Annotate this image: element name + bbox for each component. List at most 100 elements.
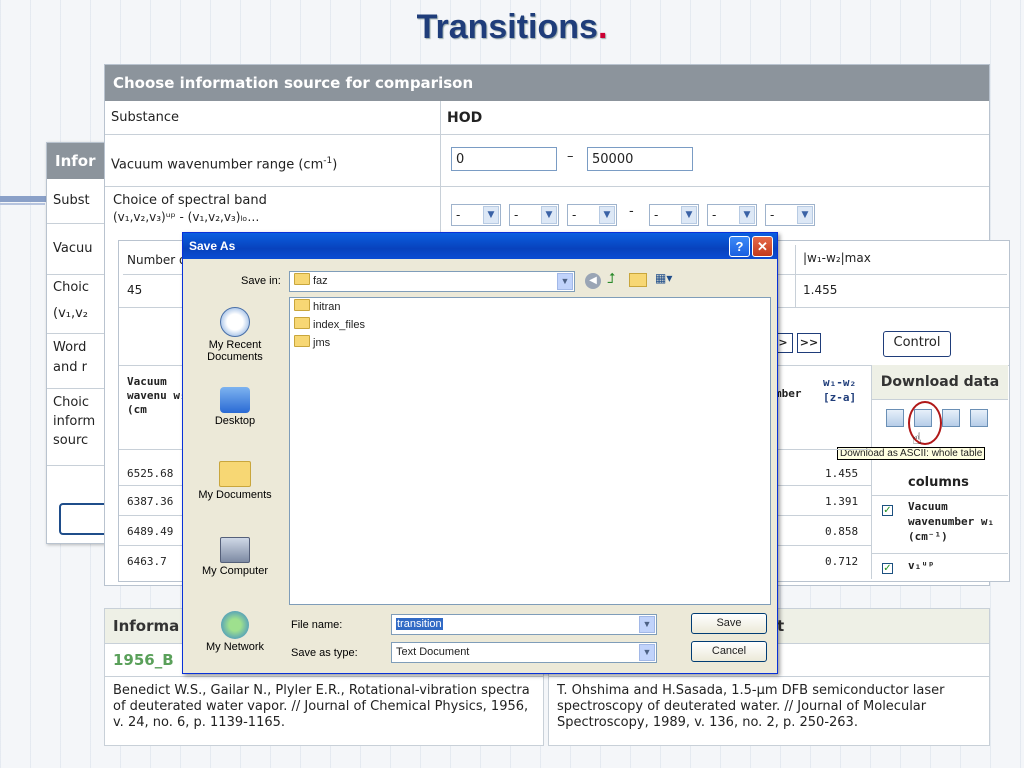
folder-icon xyxy=(294,273,310,285)
table-row-diff: 0.858 xyxy=(825,525,859,538)
slide-title: Transitions. xyxy=(0,8,1024,47)
file-name-input[interactable]: transition ▼ xyxy=(391,614,657,635)
last-page-button[interactable]: >> xyxy=(797,333,821,353)
place-my-documents[interactable]: My Documents xyxy=(187,461,283,501)
main-window-header: Choose information source for comparison xyxy=(105,65,989,101)
range-from-input[interactable]: 0 xyxy=(451,147,557,171)
table-row-diff: 0.712 xyxy=(825,555,859,568)
download-csv-icon[interactable] xyxy=(970,409,988,427)
folder-icon xyxy=(294,317,310,329)
save-button[interactable]: Save xyxy=(691,613,767,634)
download-excel-icon[interactable] xyxy=(942,409,960,427)
number-value: 45 xyxy=(127,283,143,297)
range-dash: – xyxy=(567,149,574,164)
col-w1w2-header: w₁-w₂ [z-a] xyxy=(823,376,857,404)
range-label-close: ) xyxy=(332,157,338,173)
col-number-header: mber xyxy=(775,387,802,400)
up-folder-icon[interactable]: ⮥ xyxy=(607,271,615,287)
chevron-down-icon: ▼ xyxy=(483,206,499,224)
list-item-folder[interactable]: jms xyxy=(290,334,770,352)
save-as-dialog: Save As ? ✕ Save in: faz ▼ ◀ ⮥ ▦▾ My Rece… xyxy=(182,232,778,674)
chevron-down-icon: ▼ xyxy=(599,206,615,224)
recent-documents-icon xyxy=(220,307,250,337)
range-label: Vacuum wavenumber range (cm-1) xyxy=(105,135,440,187)
chevron-down-icon: ▼ xyxy=(797,206,813,224)
table-row-diff: 1.455 xyxy=(825,467,859,480)
folder-name: hitran xyxy=(313,301,341,313)
chevron-down-icon: ▼ xyxy=(739,206,755,224)
close-button[interactable]: ✕ xyxy=(752,236,773,257)
save-type-label: Save as type: xyxy=(291,647,358,659)
column-option-v1-up: v₁ᵘᵖ xyxy=(908,559,935,572)
band-select-v2-low-value: - xyxy=(712,208,717,222)
place-label-documents: My Documents xyxy=(198,489,272,501)
place-my-computer[interactable]: My Computer xyxy=(187,537,283,577)
save-in-label: Save in: xyxy=(241,275,281,287)
place-desktop[interactable]: Desktop xyxy=(187,387,283,427)
band-select-v3-up[interactable]: - ▼ xyxy=(567,204,617,226)
desktop-icon xyxy=(220,387,250,413)
band-select-v1-low[interactable]: - ▼ xyxy=(649,204,699,226)
columns-divider-2 xyxy=(872,553,1008,554)
substance-value: HOD xyxy=(441,101,989,135)
chevron-down-icon: ▼ xyxy=(557,273,573,290)
file-name-value: transition xyxy=(396,618,443,630)
download-html-icon[interactable] xyxy=(886,409,904,427)
control-button[interactable]: Control xyxy=(883,331,951,357)
decorative-line-thin xyxy=(0,203,45,205)
save-in-select[interactable]: faz ▼ xyxy=(289,271,575,292)
substance-label: Substance xyxy=(105,101,440,135)
place-my-recent-documents[interactable]: My Recent Documents xyxy=(187,307,283,363)
col-vacuum-header: Vacuum wavenu w₁ (cm xyxy=(127,375,187,416)
place-label-desktop: Desktop xyxy=(214,415,256,427)
place-my-network[interactable]: My Network xyxy=(187,611,283,653)
new-folder-icon[interactable] xyxy=(629,273,647,287)
band-select-v3-low-value: - xyxy=(770,208,775,222)
table-row-w1: 6387.36 xyxy=(127,495,174,508)
save-in-value: faz xyxy=(313,275,328,287)
folder-name: index_files xyxy=(313,319,365,331)
dialog-titlebar: Save As xyxy=(183,233,777,259)
cancel-button[interactable]: Cancel xyxy=(691,641,767,662)
table-row-w1: 6463.7 xyxy=(127,555,167,568)
table-row-diff: 1.391 xyxy=(825,495,859,508)
chosen-columns-label: columns xyxy=(908,475,969,490)
band-select-v2-up[interactable]: - ▼ xyxy=(509,204,559,226)
band-select-v2-low[interactable]: - ▼ xyxy=(707,204,757,226)
band-select-v1-up-value: - xyxy=(456,208,461,222)
inner-divider xyxy=(795,245,796,307)
band-select-v3-up-value: - xyxy=(572,208,577,222)
slide-title-dot: . xyxy=(597,8,608,46)
back-icon[interactable]: ◀ xyxy=(585,273,601,289)
band-select-v3-low[interactable]: - ▼ xyxy=(765,204,815,226)
cursor-hand-icon: ☝ xyxy=(912,429,922,448)
place-label-computer: My Computer xyxy=(201,565,269,577)
reference-left: Benedict W.S., Gailar N., Plyler E.R., R… xyxy=(113,683,530,730)
band-separator: - xyxy=(629,204,634,219)
file-name-label: File name: xyxy=(291,619,343,631)
help-button[interactable]: ? xyxy=(729,236,750,257)
download-header: Download data xyxy=(872,365,1008,400)
slide-title-text: Transitions xyxy=(416,8,598,46)
column-checkbox-v1-up[interactable]: ✓ xyxy=(882,563,893,574)
w-max-value: 1.455 xyxy=(803,283,838,297)
column-option-vacuum: Vacuum wavenumber w₁ (cm⁻¹) xyxy=(908,500,995,543)
dialog-title: Save As xyxy=(189,239,236,253)
band-formula: (v₁,v₂,v₃)ᵘᵖ - (v₁,v₂,v₃)ₗₒ… xyxy=(113,210,260,224)
save-type-select[interactable]: Text Document ▼ xyxy=(391,642,657,663)
chevron-down-icon: ▼ xyxy=(681,206,697,224)
range-to-input[interactable]: 50000 xyxy=(587,147,693,171)
band-select-v1-up[interactable]: - ▼ xyxy=(451,204,501,226)
table-row-w1: 6489.49 xyxy=(127,525,174,538)
file-list[interactable]: hitran index_files jms xyxy=(289,297,771,605)
download-panel: Download data ☝ columns ✓ Vacuum wavenum… xyxy=(871,365,1008,579)
views-menu-icon[interactable]: ▦▾ xyxy=(655,271,681,287)
range-label-unit: -1 xyxy=(323,156,333,166)
documents-folder-icon xyxy=(219,461,251,487)
chevron-down-icon: ▼ xyxy=(541,206,557,224)
column-checkbox-vacuum[interactable]: ✓ xyxy=(882,505,893,516)
list-item-folder[interactable]: index_files xyxy=(290,316,770,334)
place-label-network: My Network xyxy=(205,641,265,653)
chevron-down-icon: ▼ xyxy=(639,644,655,661)
list-item-folder[interactable]: hitran xyxy=(290,298,770,316)
